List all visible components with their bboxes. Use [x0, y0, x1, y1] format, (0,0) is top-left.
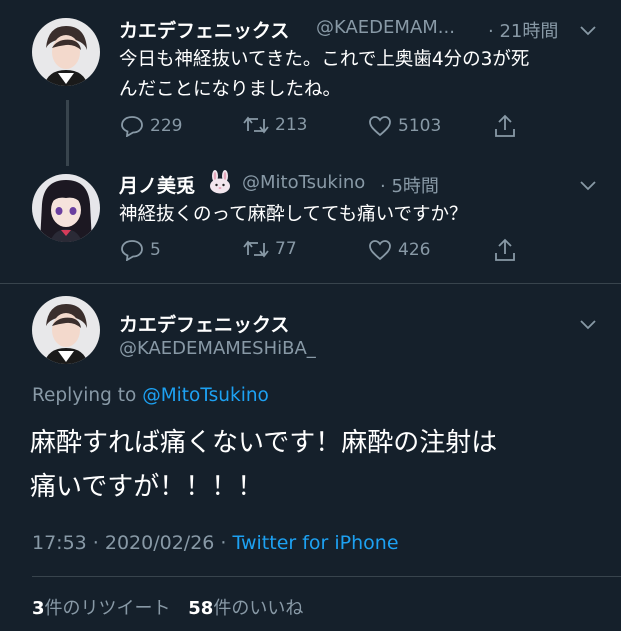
heart-icon	[369, 240, 391, 261]
share-icon	[495, 114, 515, 137]
tweet-time[interactable]: · 5時間	[380, 172, 439, 198]
retweet-stat-count: 3	[32, 598, 45, 619]
like-count: 5103	[398, 116, 442, 136]
replying-to: Replying to @MitoTsukino	[32, 385, 269, 406]
tweet-text-line: 神経抜くのって麻酔してても痛いですか？	[119, 204, 468, 225]
avatar[interactable]	[32, 296, 100, 364]
reply-icon	[121, 116, 143, 137]
focused-display-name[interactable]: カエデフェニックス	[119, 310, 289, 337]
chevron-down-icon[interactable]	[579, 22, 597, 41]
tweet-handle[interactable]: @MitoTsukino	[242, 172, 365, 193]
chevron-down-icon[interactable]	[579, 177, 597, 196]
reply-button[interactable]: 5	[120, 239, 161, 261]
retweet-stat[interactable]: 3件のリツイート	[32, 598, 176, 619]
retweet-stat-label: 件のリツイート	[44, 598, 171, 619]
reply-button[interactable]: 229	[120, 115, 182, 137]
divider	[0, 283, 621, 284]
rabbit-icon	[206, 170, 234, 198]
avatar[interactable]	[32, 18, 100, 86]
focused-tweet-text: 麻酔すれば痛くないです！麻酔の注射は 痛いですが！！！！	[30, 421, 600, 509]
tweet-meta: 17:53 · 2020/02/26 · Twitter for iPhone	[32, 532, 399, 554]
tweet-source-link[interactable]: Twitter for iPhone	[233, 532, 399, 554]
reply-count: 5	[150, 240, 161, 260]
thread-line	[66, 100, 69, 166]
focused-text-line: 痛いですが！！！！	[30, 472, 264, 502]
retweet-icon	[243, 116, 269, 134]
like-stat-label: 件のいいね	[213, 598, 304, 619]
like-count: 426	[398, 240, 431, 260]
retweet-count: 77	[275, 239, 297, 259]
heart-icon	[369, 116, 391, 137]
tweet-display-name[interactable]: カエデフェニックス	[119, 16, 289, 43]
retweet-count: 213	[275, 115, 308, 135]
replying-handle-link[interactable]: @MitoTsukino	[142, 385, 269, 406]
share-button[interactable]	[494, 238, 516, 262]
reply-icon	[121, 240, 143, 261]
replying-prefix: Replying to	[32, 385, 137, 406]
like-button[interactable]: 5103	[368, 115, 441, 137]
reply-count: 229	[150, 116, 183, 136]
share-icon	[495, 238, 515, 261]
like-stat[interactable]: 58件のいいね	[188, 598, 303, 619]
chevron-down-icon[interactable]	[579, 316, 597, 335]
share-button[interactable]	[494, 114, 516, 138]
like-button[interactable]: 426	[368, 239, 430, 261]
retweet-button[interactable]: 213	[243, 115, 307, 135]
tweet-display-name[interactable]: 月ノ美兎	[119, 171, 195, 198]
tweet-timestamp[interactable]: 17:53 · 2020/02/26 ·	[32, 532, 226, 554]
tweet-text: 神経抜くのって麻酔してても痛いですか？	[119, 200, 599, 230]
tweet-text-line: 今日も神経抜いてきた。これで上奥歯4分の3が死	[119, 49, 530, 70]
tweet-text-line: んだことになりましたね。	[119, 79, 342, 100]
tweet-handle[interactable]: @KAEDEMAM...	[316, 17, 455, 38]
engagement-stats: 3件のリツイート 58件のいいね	[32, 594, 303, 620]
tweet-time[interactable]: · 21時間	[488, 17, 558, 43]
focused-handle[interactable]: @KAEDEMAMESHiBA_	[119, 338, 316, 359]
retweet-icon	[243, 240, 269, 258]
avatar[interactable]	[32, 174, 100, 242]
tweet-text: 今日も神経抜いてきた。これで上奥歯4分の3が死 んだことになりましたね。	[119, 45, 599, 105]
divider	[32, 576, 621, 577]
like-stat-count: 58	[188, 598, 214, 619]
focused-text-line: 麻酔すれば痛くないです！麻酔の注射は	[30, 428, 498, 458]
retweet-button[interactable]: 77	[243, 239, 297, 259]
